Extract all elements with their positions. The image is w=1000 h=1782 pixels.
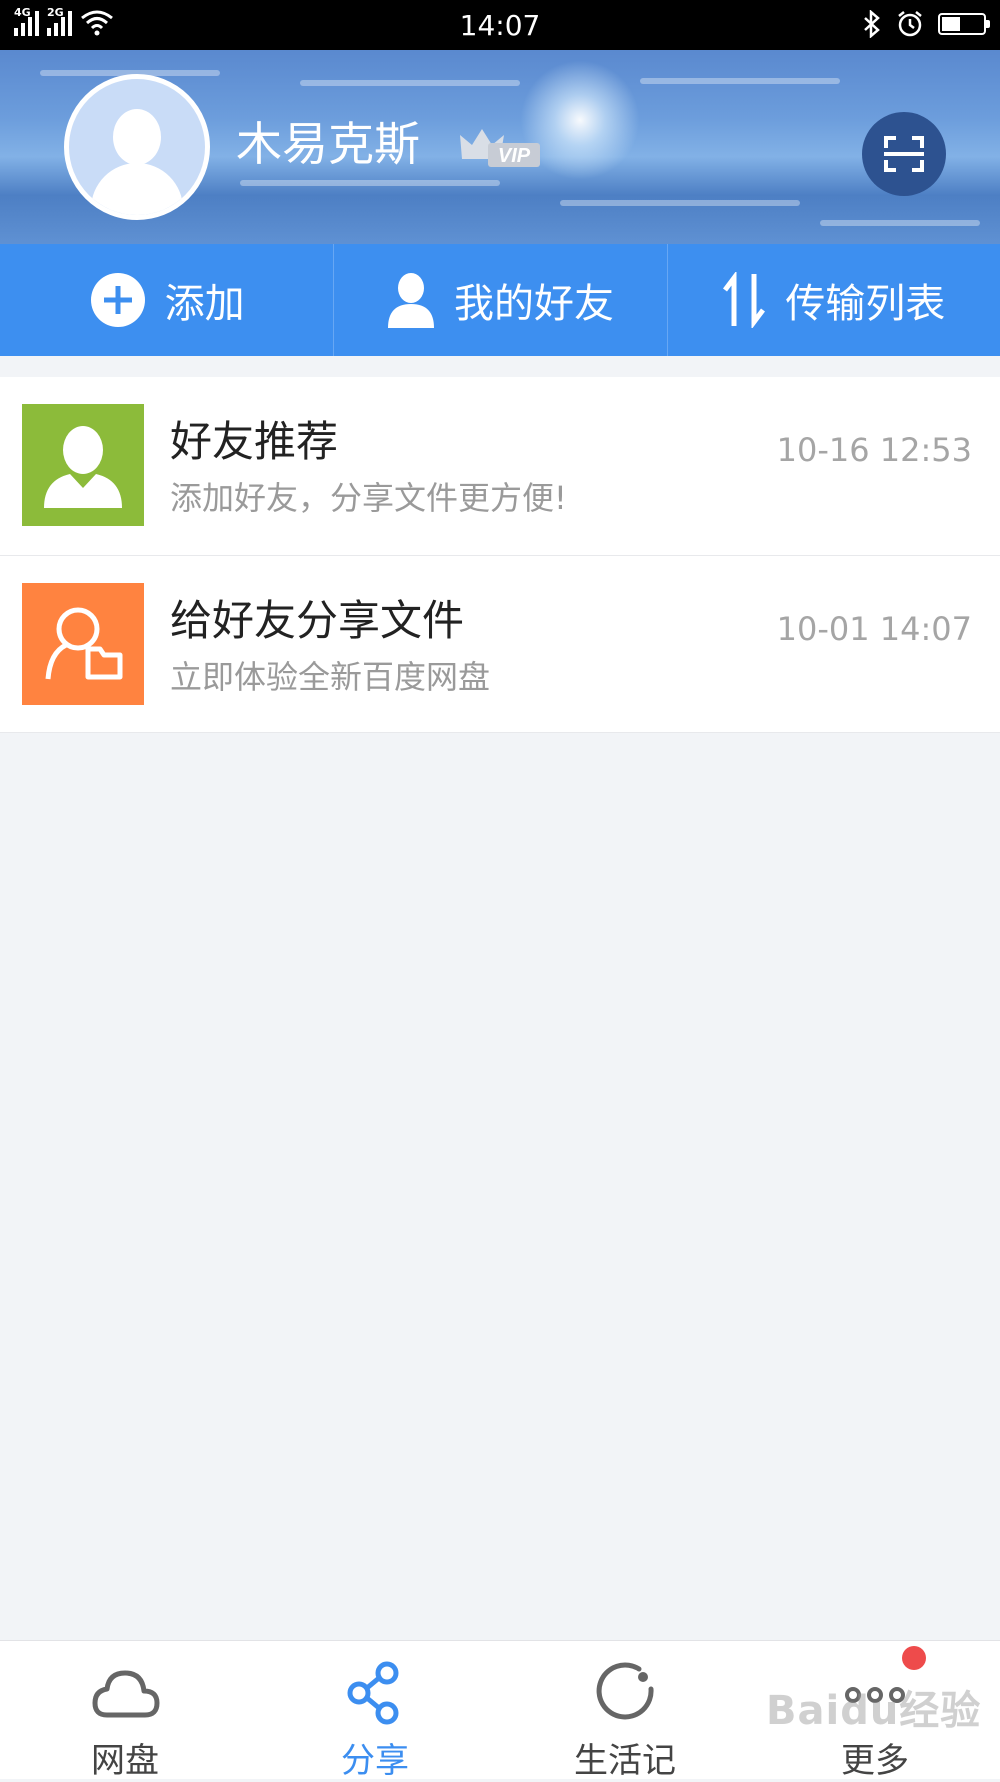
transfer-list-button[interactable]: 传输列表 bbox=[666, 244, 1000, 356]
status-right bbox=[862, 10, 990, 38]
transfer-list-label: 传输列表 bbox=[785, 281, 946, 327]
tab-share-label: 分享 bbox=[341, 1741, 409, 1781]
tab-share[interactable]: 分享 bbox=[250, 1641, 500, 1781]
tab-more-label: 更多 bbox=[841, 1741, 909, 1781]
vip-label: VIP bbox=[498, 145, 531, 167]
vip-crown-icon: VIP bbox=[460, 129, 540, 167]
action-bar: 添加 我的好友 传输列表 bbox=[0, 244, 1000, 356]
list-item-share-file[interactable]: 给好友分享文件 立即体验全新百度网盘 10-01 14:07 bbox=[0, 556, 1000, 733]
list-item-time: 10-16 12:53 bbox=[776, 431, 972, 469]
person-icon bbox=[387, 273, 434, 328]
status-bar: 4G 2G 14:07 bbox=[0, 0, 1000, 50]
list-item-subtitle: 立即体验全新百度网盘 bbox=[170, 658, 491, 696]
scan-icon bbox=[884, 136, 924, 172]
message-list: 好友推荐 添加好友，分享文件更方便! 10-16 12:53 给好友分享文件 立… bbox=[0, 377, 1000, 733]
status-time: 14:07 bbox=[459, 9, 541, 42]
plus-circle-icon bbox=[90, 273, 145, 327]
list-item-friend-recommend[interactable]: 好友推荐 添加好友，分享文件更方便! 10-16 12:53 bbox=[0, 377, 1000, 556]
battery-level bbox=[942, 17, 960, 31]
share-icon bbox=[347, 1661, 399, 1725]
list-item-subtitle: 添加好友，分享文件更方便! bbox=[170, 479, 567, 517]
battery-icon bbox=[938, 13, 990, 35]
transfer-arrows-icon bbox=[723, 272, 766, 328]
scan-button[interactable] bbox=[862, 112, 946, 196]
share-file-icon bbox=[22, 583, 144, 705]
username: 木易克斯 bbox=[236, 117, 420, 171]
tab-life-record[interactable]: 生活记 bbox=[500, 1641, 750, 1781]
my-friends-button[interactable]: 我的好友 bbox=[333, 244, 666, 356]
avatar[interactable] bbox=[64, 74, 210, 220]
profile-header: 木易克斯 VIP bbox=[0, 50, 1000, 244]
friend-recommend-icon bbox=[22, 404, 144, 526]
tab-life-record-label: 生活记 bbox=[574, 1741, 676, 1781]
cloud-icon bbox=[92, 1670, 160, 1718]
list-item-title: 好友推荐 bbox=[170, 417, 339, 466]
watermark: Baidu经验 bbox=[766, 1688, 982, 1734]
tab-netdisk[interactable]: 网盘 bbox=[0, 1641, 250, 1781]
bluetooth-icon bbox=[864, 10, 880, 38]
add-label: 添加 bbox=[164, 281, 245, 327]
life-record-icon bbox=[596, 1662, 654, 1720]
notification-badge bbox=[902, 1646, 926, 1670]
add-button[interactable]: 添加 bbox=[0, 244, 333, 356]
tab-netdisk-label: 网盘 bbox=[91, 1741, 159, 1781]
list-item-time: 10-01 14:07 bbox=[776, 610, 972, 648]
my-friends-label: 我的好友 bbox=[453, 281, 614, 327]
list-item-title: 给好友分享文件 bbox=[170, 596, 465, 645]
alarm-icon bbox=[898, 11, 922, 37]
